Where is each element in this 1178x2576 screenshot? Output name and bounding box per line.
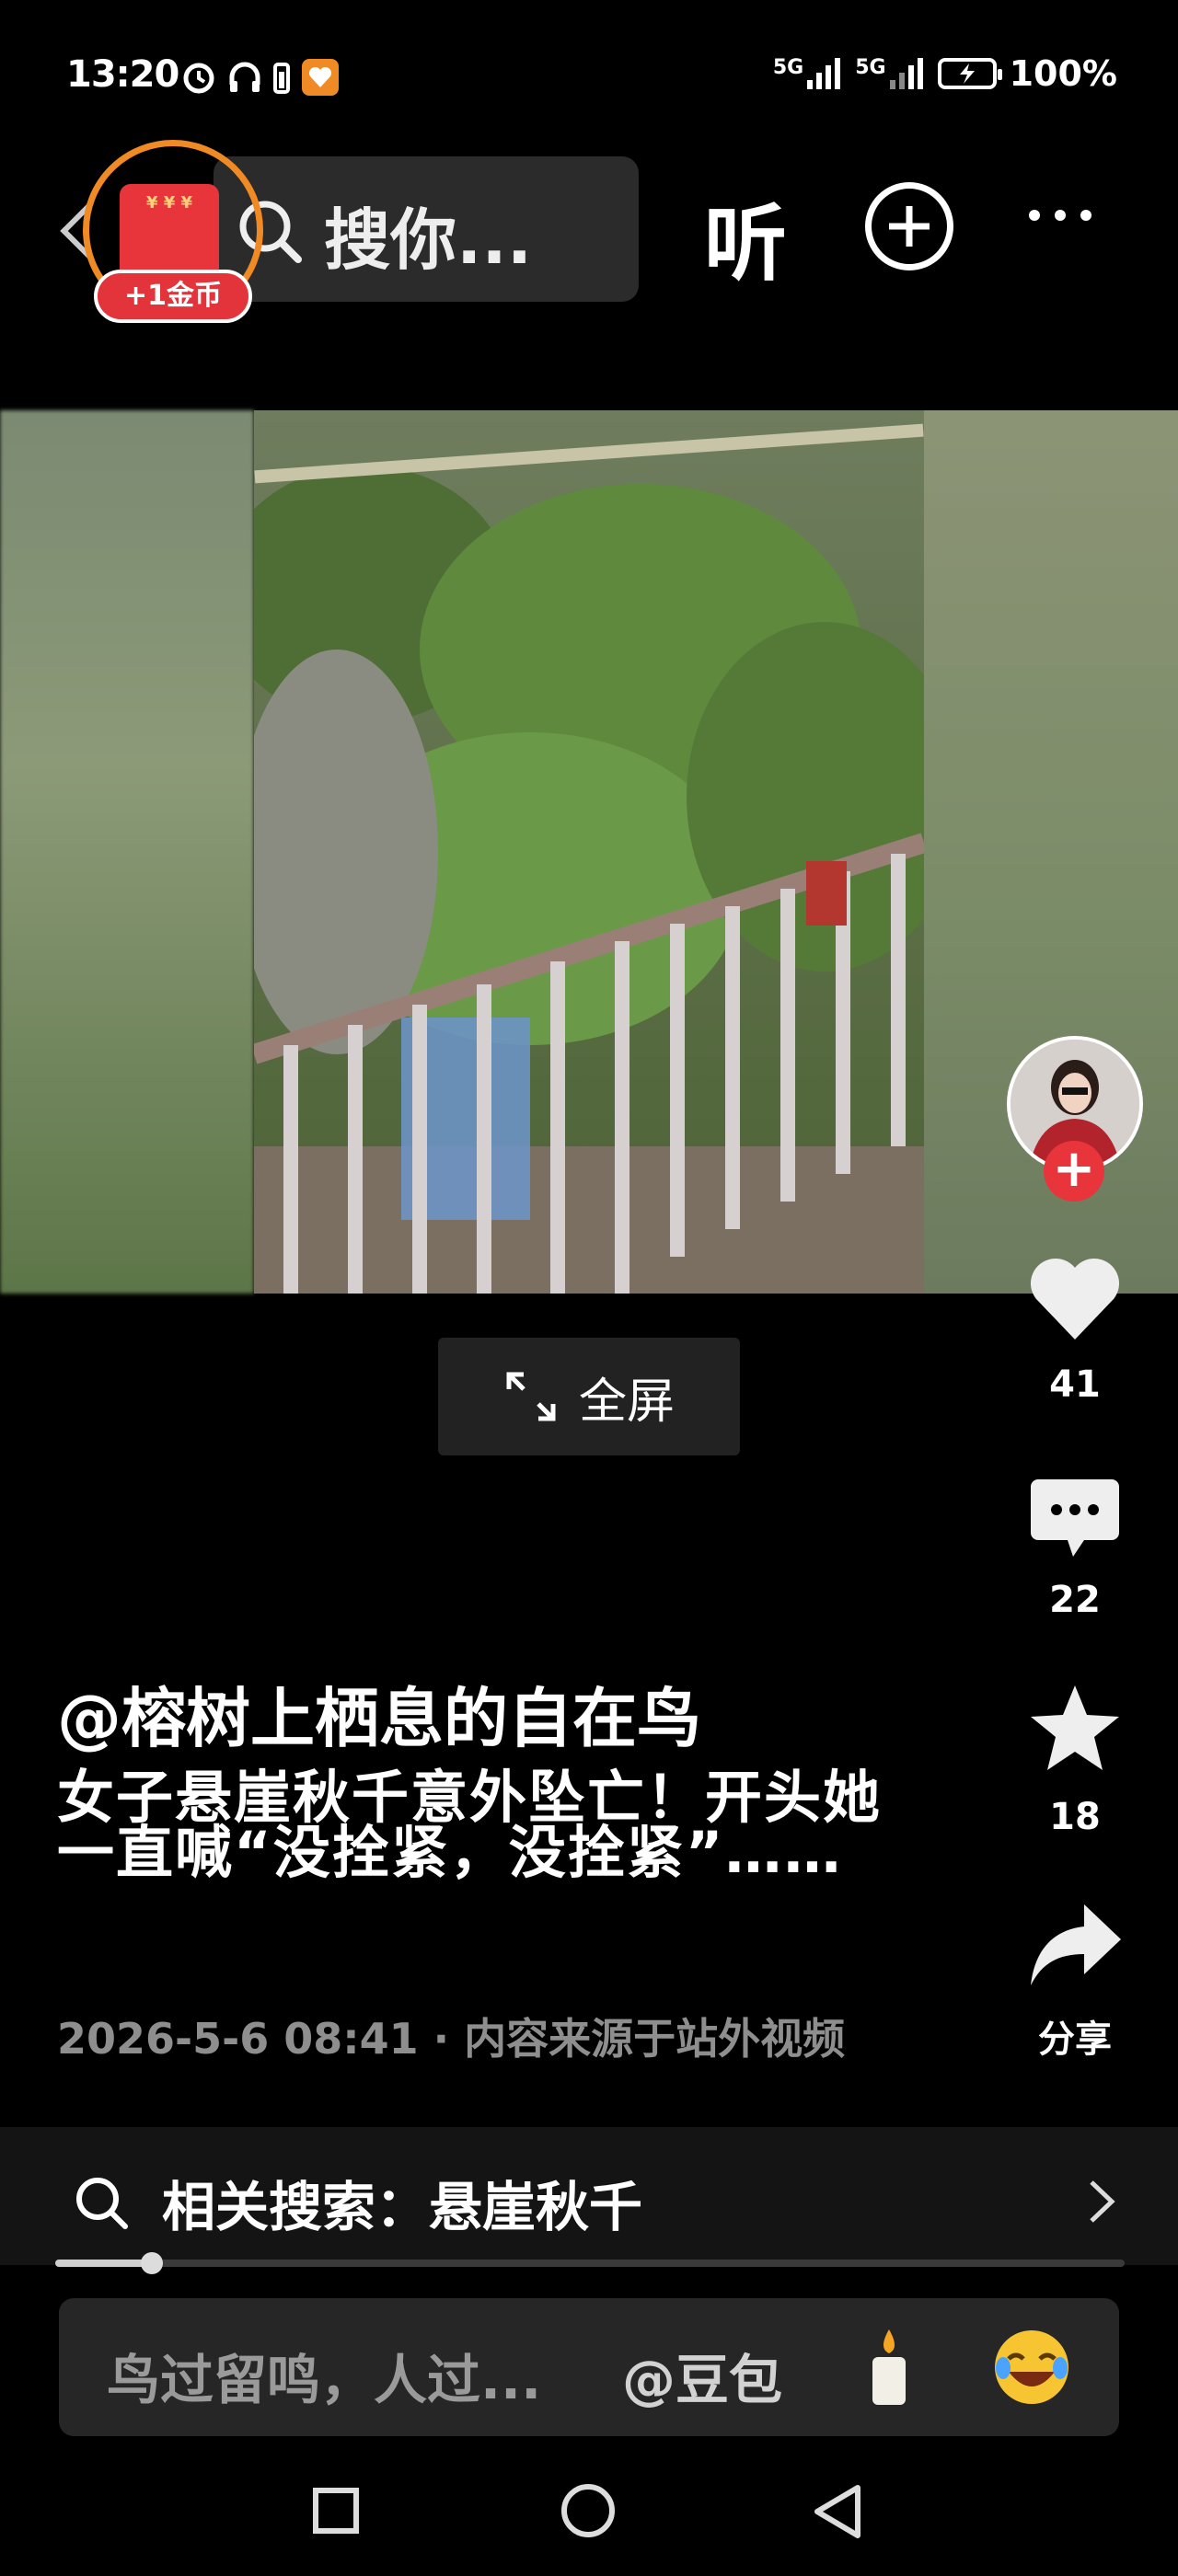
status-time: 13:20 bbox=[66, 53, 179, 96]
post-description[interactable]: 女子悬崖秋千意外坠亡！开头她一直喊“没拴紧，没拴紧”…… bbox=[57, 1769, 904, 1881]
progress-fill bbox=[55, 2260, 152, 2267]
recent-apps-button[interactable] bbox=[313, 2488, 359, 2534]
related-search-icon bbox=[76, 2178, 128, 2229]
headphones-icon bbox=[229, 62, 260, 92]
comment-icon[interactable] bbox=[1029, 1476, 1121, 1564]
heart-icon[interactable] bbox=[1029, 1255, 1121, 1343]
mention-doubao[interactable]: @豆包 bbox=[622, 2337, 782, 2414]
battery-icon bbox=[937, 58, 1002, 89]
like-count: 41 bbox=[1049, 1363, 1101, 1406]
listen-button[interactable]: 听 bbox=[704, 177, 787, 296]
status-right: 5G 5G 100% bbox=[773, 53, 1117, 94]
comment-placeholder[interactable]: 鸟过留鸣，人过... bbox=[107, 2337, 541, 2414]
fullscreen-label: 全屏 bbox=[578, 1374, 675, 1430]
signal-icon bbox=[807, 58, 841, 89]
candle-icon[interactable] bbox=[860, 2326, 918, 2409]
alarm-icon bbox=[183, 63, 214, 94]
network-label: 5G bbox=[772, 56, 804, 79]
search-placeholder[interactable]: 搜你... bbox=[324, 186, 532, 282]
small-battery-icon bbox=[273, 63, 290, 94]
related-search-label[interactable]: 相关搜索：悬崖秋千 bbox=[162, 2164, 642, 2241]
share-label[interactable]: 分享 bbox=[1011, 2009, 1139, 2063]
status-indicators bbox=[180, 57, 341, 98]
video-player[interactable] bbox=[254, 410, 924, 1294]
star-icon[interactable] bbox=[1027, 1682, 1123, 1774]
post-meta: 2026-5-6 08:41 · 内容来源于站外视频 bbox=[57, 2014, 846, 2064]
chevron-right-icon[interactable] bbox=[1086, 2179, 1117, 2225]
signal-2: 5G bbox=[855, 56, 924, 91]
video-frame-image bbox=[254, 410, 924, 1294]
comment-count: 22 bbox=[1049, 1579, 1101, 1621]
battery-percent: 100% bbox=[1009, 53, 1117, 94]
laughing-emoji-icon[interactable] bbox=[992, 2328, 1071, 2407]
add-icon[interactable] bbox=[865, 182, 953, 270]
progress-handle[interactable] bbox=[141, 2252, 163, 2274]
home-button[interactable] bbox=[561, 2484, 615, 2537]
app-notification-icon bbox=[302, 59, 339, 96]
author-name[interactable]: @榕树上栖息的自在鸟 bbox=[57, 1667, 701, 1760]
expand-icon bbox=[506, 1372, 556, 1421]
progress-track[interactable] bbox=[55, 2260, 1125, 2267]
fullscreen-button[interactable]: 全屏 bbox=[438, 1338, 740, 1455]
coin-reward-badge[interactable]: +1金币 bbox=[94, 270, 252, 323]
back-nav-icon[interactable] bbox=[810, 2482, 865, 2541]
more-icon[interactable] bbox=[1029, 210, 1091, 221]
signal-1: 5G bbox=[773, 56, 842, 91]
favorite-count: 18 bbox=[1049, 1796, 1101, 1838]
signal-icon-2 bbox=[889, 58, 923, 89]
follow-button[interactable]: + bbox=[1044, 1141, 1104, 1202]
network-label-2: 5G bbox=[855, 56, 886, 79]
video-blur-left bbox=[0, 410, 254, 1294]
share-icon[interactable] bbox=[1027, 1901, 1125, 1989]
